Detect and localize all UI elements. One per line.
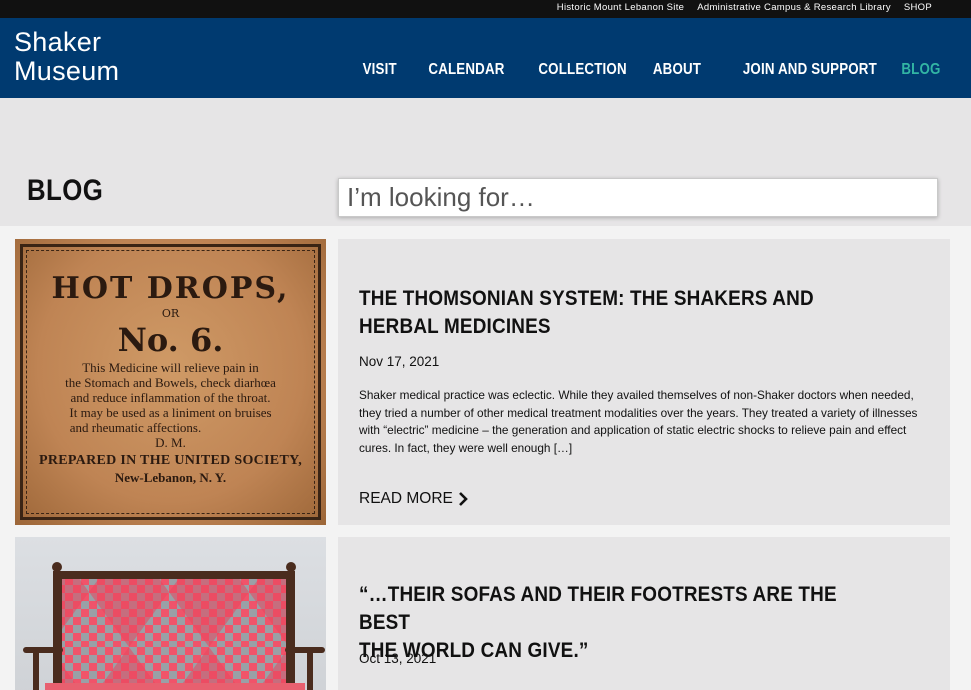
nav-blog[interactable]: BLOG <box>902 61 941 79</box>
label-prepared: PREPARED IN THE UNITED SOCIETY, <box>38 453 303 468</box>
post-body: THE THOMSONIAN SYSTEM: THE SHAKERS AND H… <box>338 239 950 525</box>
logo-line-1: Shaker <box>14 27 102 57</box>
post-card: “…THEIR SOFAS AND THEIR FOOTRESTS ARE TH… <box>15 537 950 690</box>
read-more-link[interactable]: READ MORE <box>359 490 469 508</box>
nav-visit[interactable]: VISIT <box>363 61 397 79</box>
label-heading: HOT DROPS, <box>51 271 290 306</box>
post-body: “…THEIR SOFAS AND THEIR FOOTRESTS ARE TH… <box>338 537 950 690</box>
page-title: BLOG <box>27 174 104 207</box>
post-title-line-1: THE THOMSONIAN SYSTEM: THE SHAKERS AND <box>359 286 814 310</box>
post-image-hot-drops-label[interactable]: HOT DROPS, OR No. 6. This Medicine will … <box>15 239 326 525</box>
main-nav: VISIT CALENDAR COLLECTION ABOUT JOIN AND… <box>357 61 941 79</box>
read-more-label: READ MORE <box>359 490 453 507</box>
nav-calendar[interactable]: CALENDAR <box>428 61 504 79</box>
utility-bar: Historic Mount Lebanon Site Administrati… <box>0 0 971 18</box>
post-date: Oct 13, 2021 <box>359 651 437 666</box>
label-body-line: and rheumatic affections. <box>69 420 202 435</box>
label-body-line: This Medicine will relieve pain in <box>82 360 259 375</box>
post-date: Nov 17, 2021 <box>359 354 440 369</box>
post-excerpt: Shaker medical practice was eclectic. Wh… <box>359 388 918 455</box>
utility-link-admin-campus[interactable]: Administrative Campus & Research Library <box>697 2 891 13</box>
nav-about[interactable]: ABOUT <box>653 61 701 79</box>
utility-link-mount-lebanon[interactable]: Historic Mount Lebanon Site <box>557 2 684 13</box>
logo-line-2: Museum <box>14 56 120 86</box>
chevron-right-icon <box>458 492 468 506</box>
utility-link-shop[interactable]: SHOP <box>904 2 932 13</box>
post-title[interactable]: THE THOMSONIAN SYSTEM: THE SHAKERS AND H… <box>359 284 887 340</box>
post-image-sofa[interactable] <box>15 537 326 690</box>
search-input[interactable] <box>338 178 938 217</box>
label-body-line: the Stomach and Bowels, check diarhœa <box>65 375 276 390</box>
label-or: OR <box>161 307 180 320</box>
page-hero: BLOG <box>0 98 971 226</box>
shaker-sofa-image <box>15 537 326 690</box>
utility-links: Historic Mount Lebanon Site Administrati… <box>557 2 932 13</box>
sofa-illustration <box>23 562 325 690</box>
post-title-line-2: THE WORLD CAN GIVE.” <box>359 638 589 662</box>
post-title-line-1: “…THEIR SOFAS AND THEIR FOOTRESTS ARE TH… <box>359 582 837 634</box>
nav-join-and-support[interactable]: JOIN AND SUPPORT <box>742 61 876 79</box>
label-body-line: and reduce inflammation of the throat. <box>70 390 271 405</box>
post-title-line-2: HERBAL MEDICINES <box>359 314 551 338</box>
site-logo[interactable]: Shaker Museum <box>14 28 119 86</box>
label-body-line: It may be used as a liniment on bruises <box>69 405 272 420</box>
nav-collection[interactable]: COLLECTION <box>538 61 626 79</box>
label-place: New-Lebanon, N. Y. <box>114 470 227 485</box>
site-header: Shaker Museum VISIT CALENDAR COLLECTION … <box>0 18 971 98</box>
label-initials: D. M. <box>155 435 186 450</box>
label-number: No. 6. <box>117 321 224 359</box>
hot-drops-label-image: HOT DROPS, OR No. 6. This Medicine will … <box>15 239 326 525</box>
post-title[interactable]: “…THEIR SOFAS AND THEIR FOOTRESTS ARE TH… <box>359 580 887 664</box>
post-card: HOT DROPS, OR No. 6. This Medicine will … <box>15 239 950 525</box>
